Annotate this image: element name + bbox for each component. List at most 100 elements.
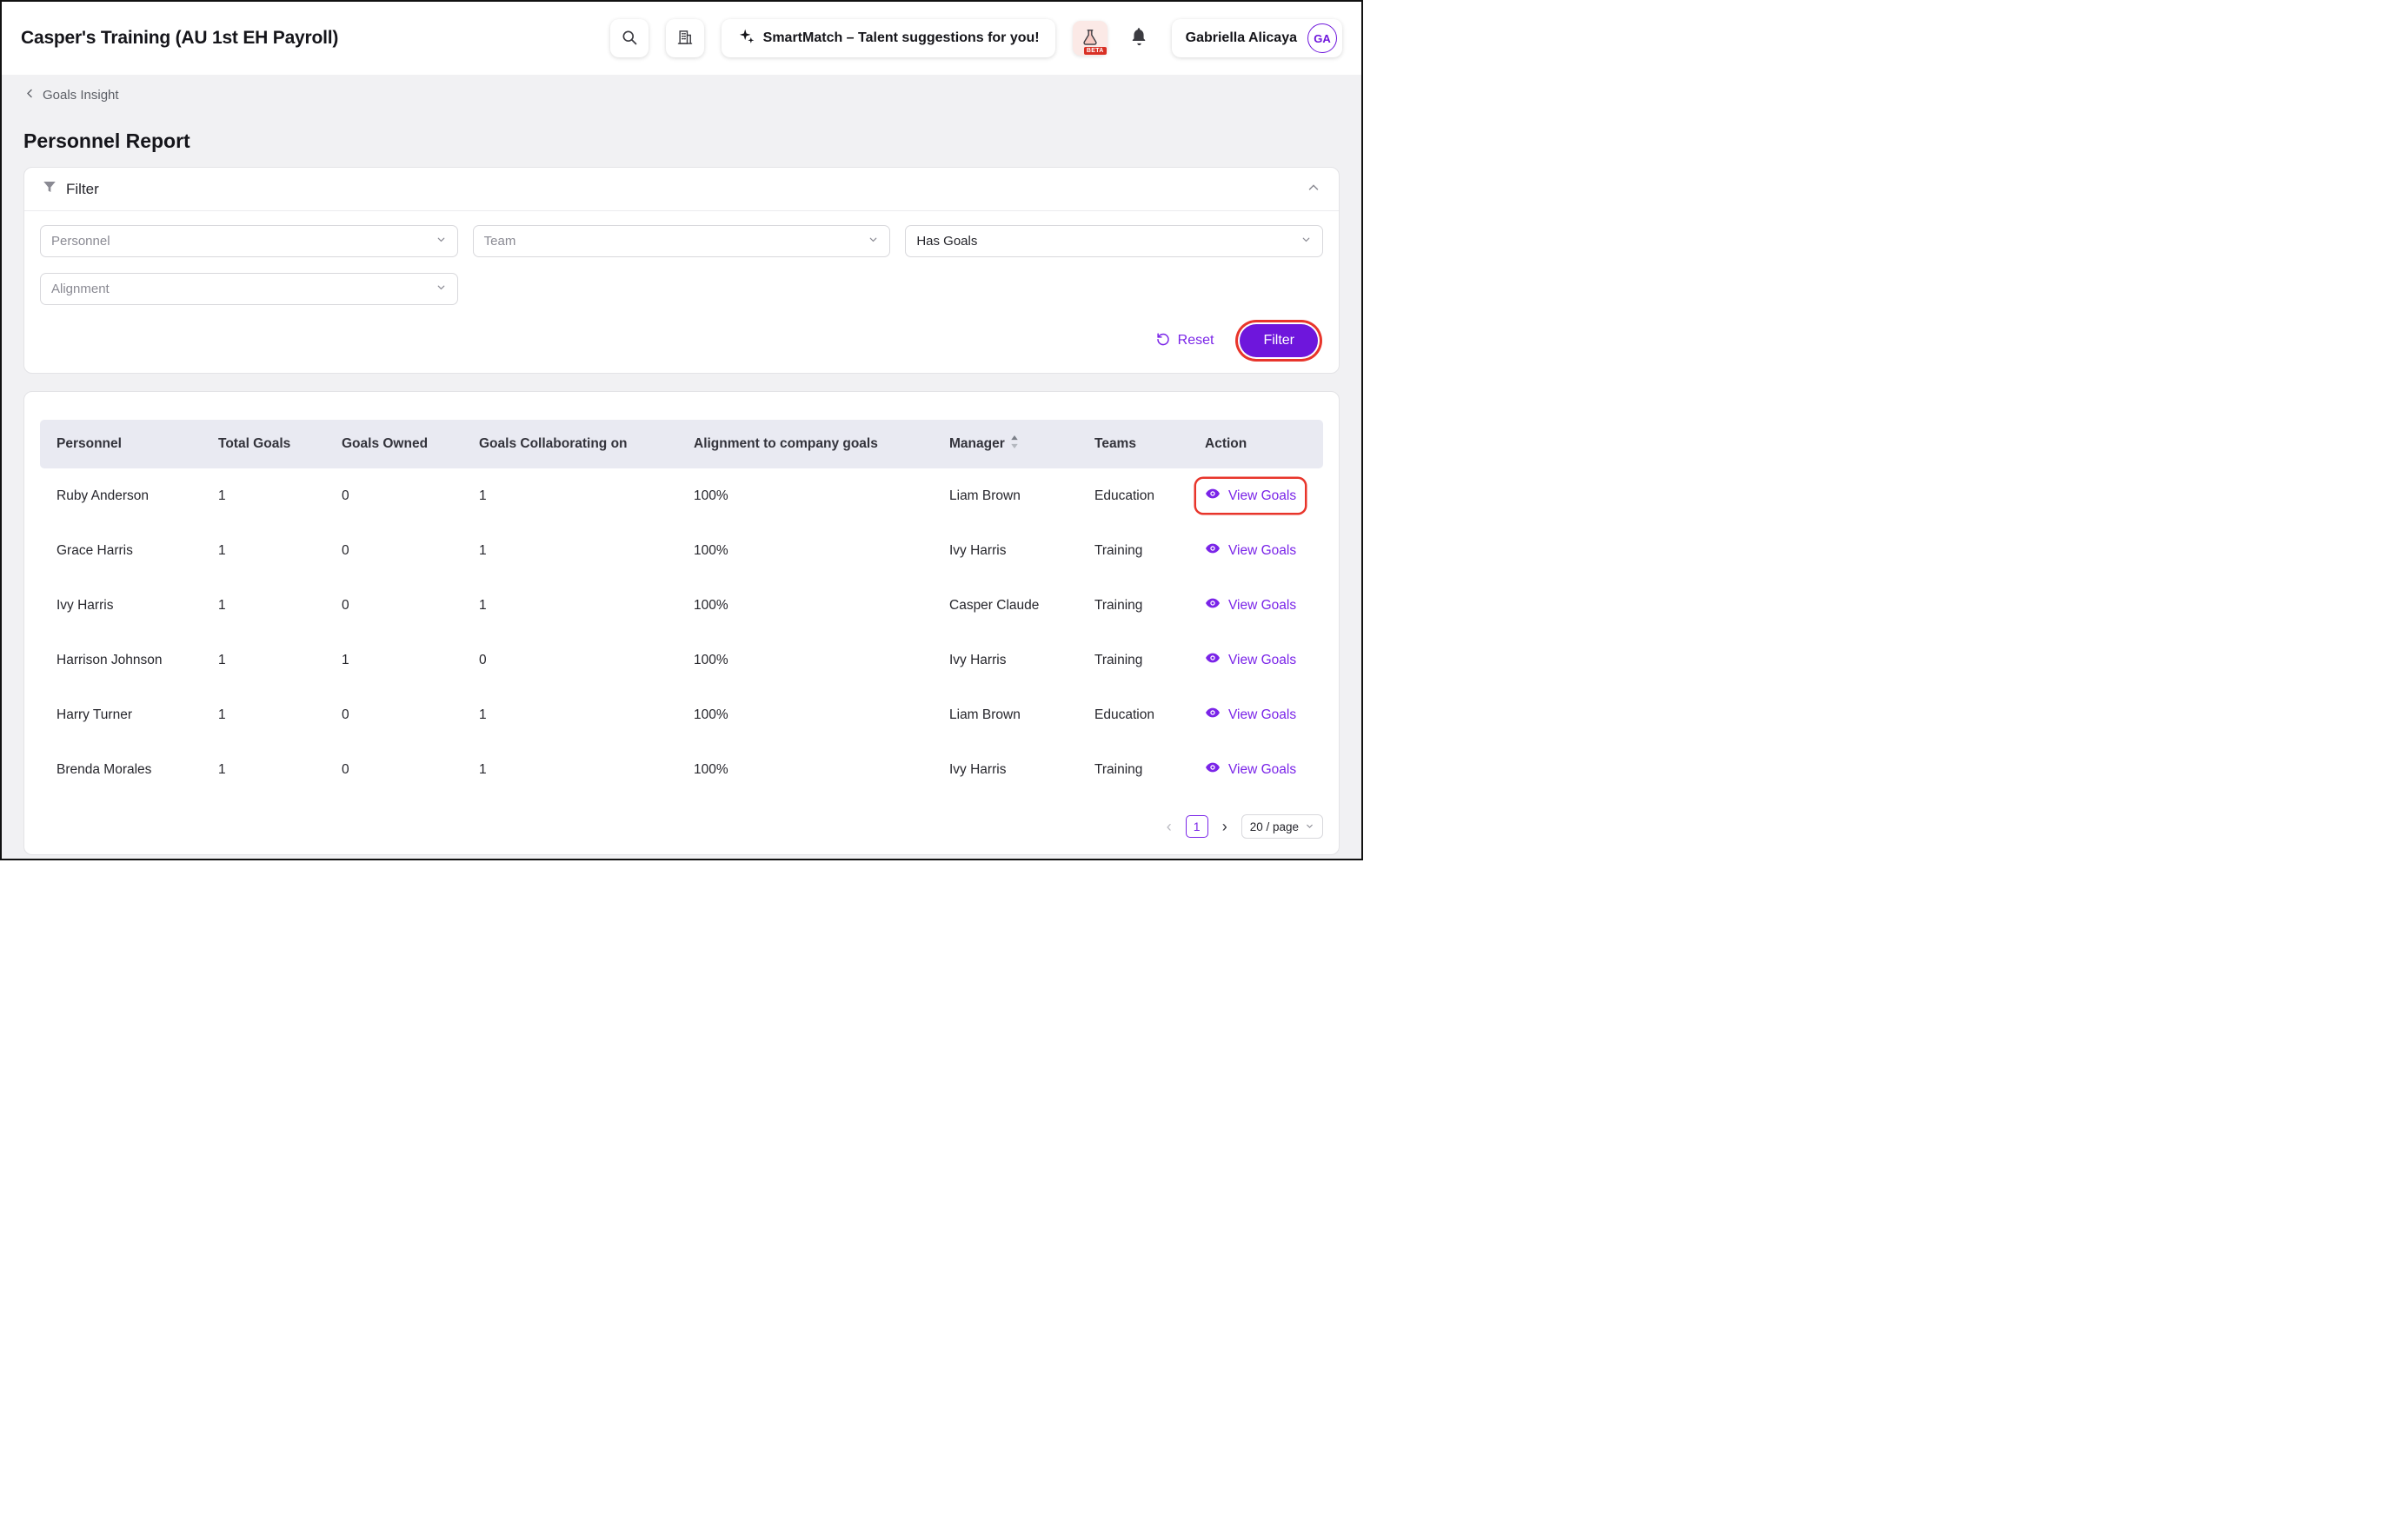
table-row: Ivy Harris 1 0 1 100% Casper Claude Trai… (40, 578, 1323, 633)
cell-manager: Ivy Harris (933, 633, 1078, 687)
view-goals-link[interactable]: View Goals (1196, 643, 1305, 677)
cell-goals-collaborating: 1 (462, 523, 677, 578)
filter-actions: Reset Filter (40, 324, 1323, 357)
cell-goals-owned: 0 (325, 578, 462, 633)
view-goals-link[interactable]: View Goals (1196, 479, 1305, 513)
view-goals-link[interactable]: View Goals (1196, 753, 1305, 787)
eye-icon (1205, 760, 1221, 780)
page-size-select[interactable]: 20 / page (1241, 814, 1323, 839)
next-page-button[interactable]: › (1219, 817, 1231, 836)
collapse-filter-button[interactable] (1306, 180, 1321, 198)
personnel-select[interactable]: Personnel (40, 225, 458, 257)
personnel-report-card: Personnel Total Goals Goals Owned Goals … (23, 391, 1340, 855)
labs-beta-button[interactable]: BETA (1073, 21, 1108, 56)
cell-teams: Training (1078, 578, 1188, 633)
cell-personnel: Grace Harris (40, 523, 202, 578)
cell-total-goals: 1 (202, 742, 325, 797)
cell-goals-owned: 0 (325, 523, 462, 578)
view-goals-label: View Goals (1228, 762, 1296, 778)
page-number-button[interactable]: 1 (1186, 815, 1208, 838)
view-goals-link[interactable]: View Goals (1196, 698, 1305, 732)
user-name: Gabriella Alicaya (1186, 30, 1297, 46)
table-row: Harry Turner 1 0 1 100% Liam Brown Educa… (40, 687, 1323, 742)
chevron-down-icon (868, 234, 879, 249)
breadcrumb-back[interactable]: Goals Insight (23, 87, 119, 103)
filter-panel-body: Personnel Team Has Goals (24, 211, 1339, 373)
page-content: Goals Insight Personnel Report Filter (2, 87, 1361, 855)
filter-fields: Personnel Team Has Goals (40, 225, 1323, 305)
table-row: Grace Harris 1 0 1 100% Ivy Harris Train… (40, 523, 1323, 578)
cell-personnel: Harry Turner (40, 687, 202, 742)
cell-goals-collaborating: 1 (462, 687, 677, 742)
column-header-total-goals: Total Goals (202, 420, 325, 468)
sort-icon (1010, 435, 1019, 453)
search-icon (621, 29, 638, 49)
column-header-manager: Manager (933, 420, 1078, 468)
smartmatch-button[interactable]: SmartMatch – Talent suggestions for you! (722, 19, 1055, 57)
cell-total-goals: 1 (202, 578, 325, 633)
cell-teams: Training (1078, 523, 1188, 578)
reset-icon (1155, 331, 1171, 351)
cell-alignment: 100% (677, 578, 933, 633)
column-header-action: Action (1188, 420, 1323, 468)
reset-button[interactable]: Reset (1155, 331, 1214, 351)
chevron-down-icon (1305, 820, 1314, 833)
beta-badge: BETA (1084, 47, 1107, 55)
column-header-goals-owned: Goals Owned (325, 420, 462, 468)
chevron-down-icon (436, 234, 447, 249)
alignment-select-placeholder: Alignment (51, 282, 110, 296)
user-menu-button[interactable]: Gabriella Alicaya GA (1172, 19, 1342, 57)
cell-manager: Ivy Harris (933, 523, 1078, 578)
cell-goals-owned: 1 (325, 633, 462, 687)
team-select-placeholder: Team (484, 234, 516, 249)
previous-page-button[interactable]: ‹ (1163, 817, 1175, 836)
notifications-button[interactable] (1125, 19, 1154, 57)
breadcrumb-label: Goals Insight (43, 88, 119, 103)
filter-panel-header: Filter (24, 168, 1339, 211)
bell-icon (1129, 27, 1149, 50)
cell-goals-owned: 0 (325, 468, 462, 523)
cell-goals-owned: 0 (325, 742, 462, 797)
has-goals-select-value: Has Goals (916, 234, 977, 249)
table-row: Ruby Anderson 1 0 1 100% Liam Brown Educ… (40, 468, 1323, 523)
pagination: ‹ 1 › 20 / page (40, 814, 1323, 839)
cell-personnel: Ivy Harris (40, 578, 202, 633)
eye-icon (1205, 650, 1221, 670)
cell-personnel: Ruby Anderson (40, 468, 202, 523)
sort-by-manager[interactable]: Manager (949, 435, 1019, 453)
table-row: Brenda Morales 1 0 1 100% Ivy Harris Tra… (40, 742, 1323, 797)
view-goals-label: View Goals (1228, 598, 1296, 614)
column-header-manager-label: Manager (949, 436, 1005, 452)
search-button[interactable] (610, 19, 649, 57)
reset-label: Reset (1178, 333, 1214, 348)
filter-panel-title: Filter (66, 181, 99, 198)
funnel-icon (42, 179, 57, 199)
team-select[interactable]: Team (473, 225, 891, 257)
cell-teams: Training (1078, 633, 1188, 687)
view-goals-link[interactable]: View Goals (1196, 588, 1305, 622)
personnel-table: Personnel Total Goals Goals Owned Goals … (40, 420, 1323, 797)
cell-goals-collaborating: 1 (462, 468, 677, 523)
cell-alignment: 100% (677, 468, 933, 523)
organisation-button[interactable] (666, 19, 704, 57)
table-row: Harrison Johnson 1 1 0 100% Ivy Harris T… (40, 633, 1323, 687)
has-goals-select[interactable]: Has Goals (905, 225, 1323, 257)
chevron-down-icon (436, 282, 447, 296)
table-header-row: Personnel Total Goals Goals Owned Goals … (40, 420, 1323, 468)
cell-teams: Education (1078, 687, 1188, 742)
cell-total-goals: 1 (202, 468, 325, 523)
filter-panel: Filter Personnel Team (23, 167, 1340, 374)
filter-submit-button[interactable]: Filter (1240, 324, 1318, 357)
cell-total-goals: 1 (202, 523, 325, 578)
cell-total-goals: 1 (202, 633, 325, 687)
smartmatch-label: SmartMatch – Talent suggestions for you! (763, 30, 1040, 46)
cell-alignment: 100% (677, 687, 933, 742)
column-header-teams: Teams (1078, 420, 1188, 468)
view-goals-link[interactable]: View Goals (1196, 534, 1305, 568)
alignment-select[interactable]: Alignment (40, 273, 458, 305)
top-bar: Casper's Training (AU 1st EH Payroll) Sm… (2, 2, 1361, 75)
cell-goals-collaborating: 0 (462, 633, 677, 687)
view-goals-label: View Goals (1228, 653, 1296, 668)
page-title: Personnel Report (23, 129, 1340, 153)
view-goals-label: View Goals (1228, 707, 1296, 723)
